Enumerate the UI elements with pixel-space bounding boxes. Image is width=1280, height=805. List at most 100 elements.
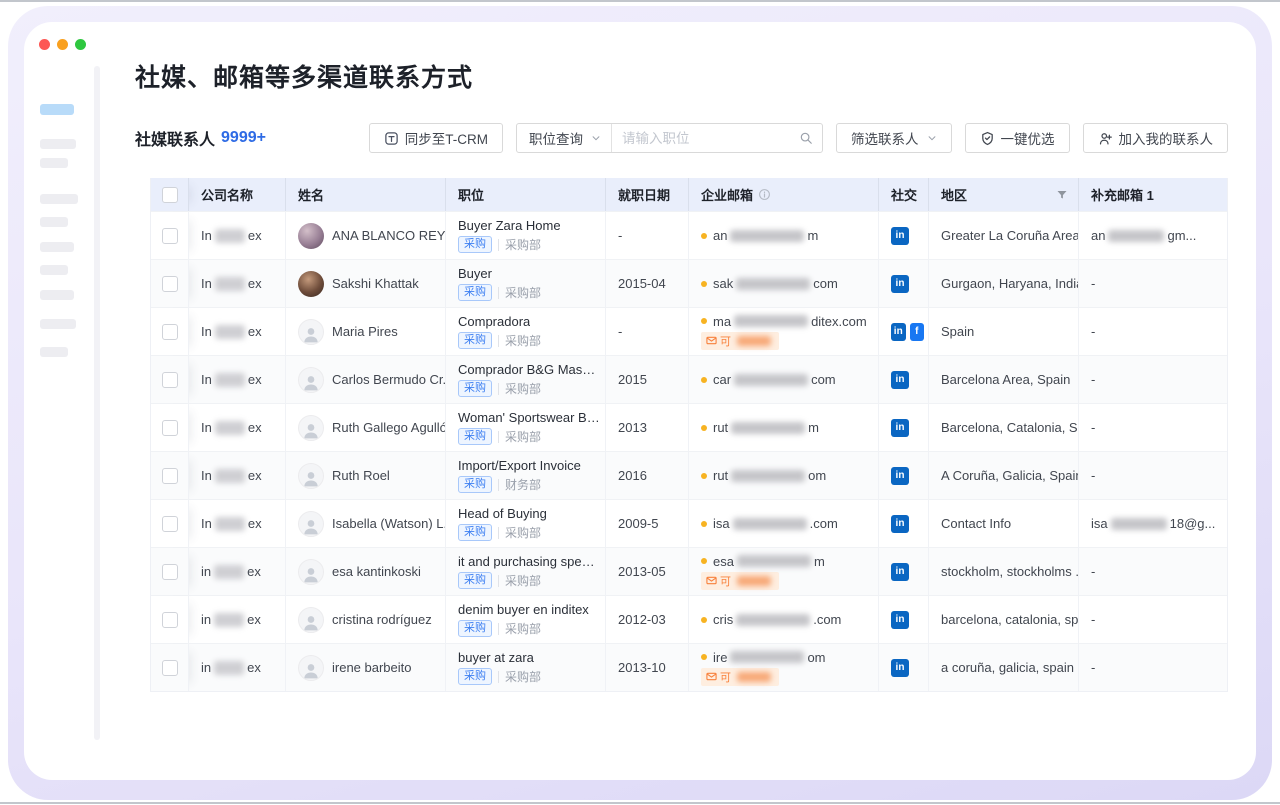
filter-funnel-icon[interactable] (1056, 189, 1068, 201)
company-cell: Inex (189, 500, 286, 547)
extra-email-prefix: an (1091, 228, 1105, 243)
meta-divider (498, 383, 499, 395)
one-click-optimize-button[interactable]: 一键优选 (965, 123, 1070, 153)
start-date-cell: 2009-5 (606, 500, 689, 547)
table-row[interactable]: Inex Isabella (Watson) L... Head of Buyi… (151, 499, 1227, 547)
table-row[interactable]: Inex Sakshi Khattak Buyer 采购 采购部 2015-04… (151, 259, 1227, 307)
linkedin-icon[interactable]: in (891, 563, 909, 581)
linkedin-icon[interactable]: in (891, 275, 909, 293)
redacted-company-text (214, 661, 244, 675)
meta-divider (498, 431, 499, 443)
email-cell: anm (689, 212, 879, 259)
table-row[interactable]: inex cristina rodríguez denim buyer en i… (151, 595, 1227, 643)
email-line: ireom (701, 650, 826, 665)
procurement-badge: 采购 (458, 524, 492, 541)
linkedin-icon[interactable]: in (891, 659, 909, 677)
redacted-email-text (737, 555, 811, 567)
table-row[interactable]: Inex ANA BLANCO REY Buyer Zara Home 采购 采… (151, 211, 1227, 259)
region-cell: Barcelona Area, Spain (929, 356, 1079, 403)
email-prefix: rut (713, 420, 728, 435)
add-to-my-contacts-button[interactable]: 加入我的联系人 (1083, 123, 1229, 153)
page-title: 社媒、邮箱等多渠道联系方式 (135, 58, 473, 94)
meta-divider (498, 335, 499, 347)
person-icon (301, 420, 321, 440)
department-label: 采购部 (505, 284, 541, 301)
info-icon[interactable] (758, 188, 771, 201)
procurement-badge: 采购 (458, 236, 492, 253)
company-name-prefix: In (201, 468, 212, 483)
search-icon[interactable] (799, 131, 813, 145)
sync-to-crm-button[interactable]: 同步至T-CRM (369, 123, 503, 153)
table-row[interactable]: inex esa kantinkoski it and purchasing s… (151, 547, 1227, 595)
start-date-cell: 2016 (606, 452, 689, 499)
row-checkbox-cell (151, 212, 189, 259)
email-prefix: an (713, 228, 727, 243)
start-date-cell: 2015-04 (606, 260, 689, 307)
row-checkbox[interactable] (162, 516, 178, 532)
email-suffix: .com (813, 612, 841, 627)
row-checkbox[interactable] (162, 324, 178, 340)
linkedin-icon[interactable]: in (891, 611, 909, 629)
position-search-input[interactable] (622, 131, 799, 146)
contact-name: irene barbeito (332, 660, 412, 675)
linkedin-icon[interactable]: in (891, 419, 909, 437)
table-row[interactable]: Inex Ruth Gallego Agulló Woman' Sportswe… (151, 403, 1227, 451)
sidebar-skeleton-item (40, 319, 76, 329)
position-cell: Buyer 采购 采购部 (446, 260, 606, 307)
avatar (298, 271, 324, 297)
filter-contacts-dropdown[interactable]: 筛选联系人 (836, 123, 952, 153)
linkedin-icon[interactable]: in (891, 323, 906, 341)
row-checkbox[interactable] (162, 372, 178, 388)
table-row[interactable]: Inex Maria Pires Compradora 采购 采购部 - mad… (151, 307, 1227, 355)
company-name-prefix: in (201, 564, 211, 579)
email-suffix: com (813, 276, 838, 291)
row-checkbox[interactable] (162, 276, 178, 292)
meta-divider (498, 527, 499, 539)
row-checkbox[interactable] (162, 612, 178, 628)
redacted-email-text (734, 315, 808, 327)
name-cell: Ruth Roel (286, 452, 446, 499)
redacted-company-text (215, 229, 245, 243)
position-query-group: 职位查询 (516, 123, 823, 153)
select-all-checkbox[interactable] (162, 187, 178, 203)
avatar (298, 607, 324, 633)
position-meta: 采购 财务部 (458, 476, 541, 493)
contact-name: Carlos Bermudo Cr... (332, 372, 446, 387)
company-name-prefix: In (201, 372, 212, 387)
row-checkbox[interactable] (162, 468, 178, 484)
meta-divider (498, 479, 499, 491)
position-search-box (612, 131, 822, 146)
linkedin-icon[interactable]: in (891, 515, 909, 533)
row-checkbox[interactable] (162, 660, 178, 676)
linkedin-icon[interactable]: in (891, 467, 909, 485)
social-icons-cell: in (879, 212, 929, 259)
region-cell: A Coruña, Galicia, Spain (929, 452, 1079, 499)
department-label: 财务部 (505, 476, 541, 493)
linkedin-icon[interactable]: in (891, 227, 909, 245)
email-line: sakcom (701, 276, 838, 291)
row-checkbox[interactable] (162, 564, 178, 580)
avatar (298, 223, 324, 249)
contacts-subtitle: 社媒联系人 9999+ (135, 126, 266, 150)
region-cell: Spain (929, 308, 1079, 355)
table-row[interactable]: Inex Ruth Roel Import/Export Invoice 采购 … (151, 451, 1227, 499)
social-icons-cell: in (879, 404, 929, 451)
position-query-dropdown[interactable]: 职位查询 (517, 124, 612, 152)
row-checkbox[interactable] (162, 228, 178, 244)
name-cell: Ruth Gallego Agulló (286, 404, 446, 451)
email-line: carcom (701, 372, 836, 387)
extra-email-cell: - (1079, 356, 1229, 403)
linkedin-icon[interactable]: in (891, 371, 909, 389)
email-line: esam (701, 554, 825, 569)
redacted-company-text (215, 277, 245, 291)
name-cell: Isabella (Watson) L... (286, 500, 446, 547)
table-row[interactable]: inex irene barbeito buyer at zara 采购 采购部… (151, 643, 1227, 691)
table-row[interactable]: Inex Carlos Bermudo Cr... Comprador B&G … (151, 355, 1227, 403)
facebook-icon[interactable]: f (910, 323, 925, 341)
row-checkbox[interactable] (162, 420, 178, 436)
meta-divider (498, 575, 499, 587)
close-window-icon (39, 39, 50, 50)
social-icons-cell: in (879, 548, 929, 595)
email-line: anm (701, 228, 818, 243)
redacted-company-text (214, 613, 244, 627)
